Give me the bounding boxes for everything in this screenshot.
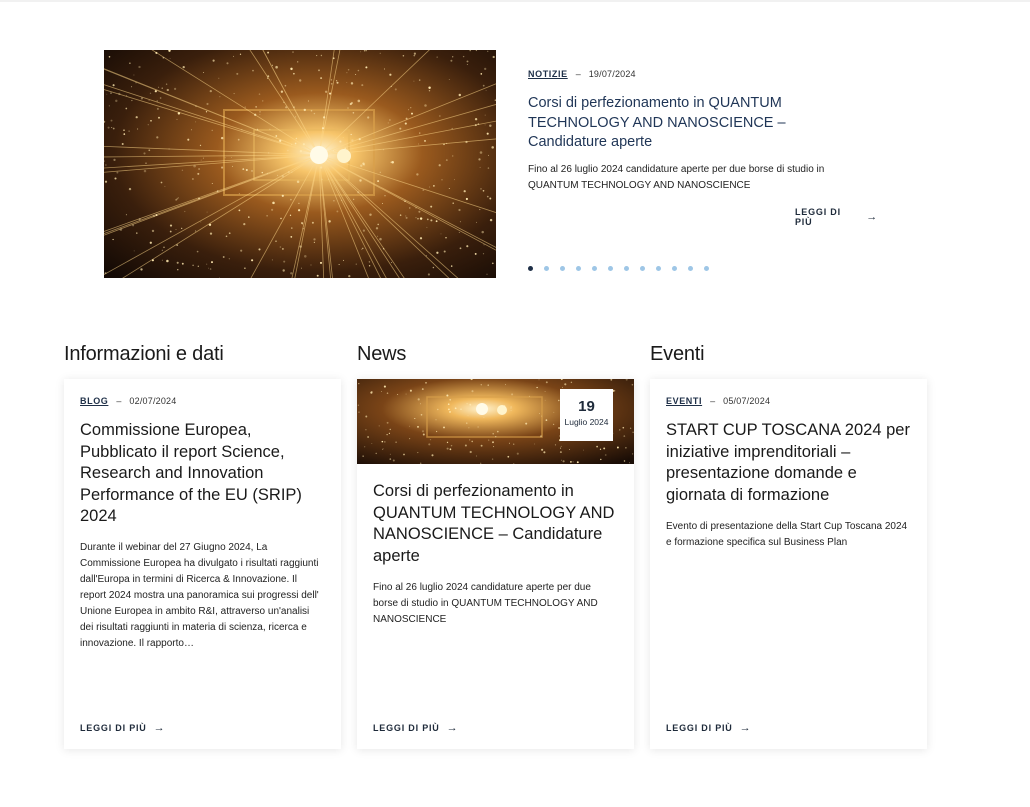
- carousel-dot-1[interactable]: [528, 266, 533, 271]
- light-tunnel-image: [104, 50, 496, 278]
- carousel-dot-6[interactable]: [608, 266, 613, 271]
- read-more-label: LEGGI DI PIÙ: [373, 723, 440, 733]
- news-month-year: Luglio 2024: [564, 417, 609, 427]
- info-card-description: Durante il webinar del 27 Giugno 2024, L…: [80, 542, 319, 649]
- hero-category-link[interactable]: NOTIZIE: [528, 69, 568, 79]
- carousel-dots: [528, 266, 720, 271]
- news-day: 19: [578, 398, 595, 415]
- info-category-link[interactable]: BLOG: [80, 396, 108, 406]
- events-read-more-link[interactable]: LEGGI DI PIÙ →: [666, 722, 751, 734]
- meta-dash: –: [116, 396, 122, 406]
- meta-dash: –: [710, 396, 716, 406]
- carousel-dot-5[interactable]: [592, 266, 597, 271]
- hero-date: 19/07/2024: [588, 69, 636, 79]
- hero-image[interactable]: [104, 50, 496, 278]
- events-date: 05/07/2024: [723, 396, 771, 406]
- carousel-dot-2[interactable]: [544, 266, 549, 271]
- events-card-meta: EVENTI – 05/07/2024: [666, 396, 911, 406]
- carousel-dot-12[interactable]: [704, 266, 709, 271]
- arrow-right-icon: →: [739, 722, 752, 734]
- info-card-title[interactable]: Commissione Europea, Pubblicato il repor…: [80, 420, 325, 528]
- hero-read-more-link[interactable]: LEGGI DI PIÙ →: [795, 207, 878, 227]
- carousel-dot-4[interactable]: [576, 266, 581, 271]
- news-card-title[interactable]: Corsi di perfezionamento in QUANTUM TECH…: [373, 481, 618, 567]
- news-card-image[interactable]: 19 Luglio 2024: [357, 379, 634, 464]
- news-card[interactable]: 19 Luglio 2024 Corsi di perfezionamento …: [357, 379, 634, 749]
- events-card[interactable]: EVENTI – 05/07/2024 START CUP TOSCANA 20…: [650, 379, 927, 749]
- events-card-description: Evento di presentazione della Start Cup …: [666, 521, 908, 548]
- info-date: 02/07/2024: [129, 396, 177, 406]
- meta-dash: –: [575, 69, 581, 79]
- events-card-title[interactable]: START CUP TOSCANA 2024 per iniziative im…: [666, 420, 911, 506]
- info-card-meta: BLOG – 02/07/2024: [80, 396, 325, 406]
- carousel-dot-10[interactable]: [672, 266, 677, 271]
- read-more-label: LEGGI DI PIÙ: [80, 723, 147, 733]
- section-title-events: Eventi: [650, 343, 705, 365]
- carousel-dot-8[interactable]: [640, 266, 645, 271]
- top-divider: [0, 0, 1030, 2]
- read-more-label: LEGGI DI PIÙ: [666, 723, 733, 733]
- hero-description: Fino al 26 luglio 2024 candidature apert…: [528, 164, 825, 191]
- events-category-link[interactable]: EVENTI: [666, 396, 702, 406]
- read-more-label: LEGGI DI PIÙ: [795, 207, 841, 227]
- info-card[interactable]: BLOG – 02/07/2024 Commissione Europea, P…: [64, 379, 341, 749]
- carousel-dot-9[interactable]: [656, 266, 661, 271]
- news-read-more-link[interactable]: LEGGI DI PIÙ →: [373, 722, 458, 734]
- arrow-right-icon: →: [866, 211, 878, 223]
- carousel-dot-7[interactable]: [624, 266, 629, 271]
- arrow-right-icon: →: [446, 722, 459, 734]
- section-title-news: News: [357, 343, 407, 365]
- news-date-badge: 19 Luglio 2024: [560, 389, 613, 441]
- hero-meta: NOTIZIE – 19/07/2024: [528, 69, 636, 79]
- carousel-dot-11[interactable]: [688, 266, 693, 271]
- section-title-info: Informazioni e dati: [64, 343, 224, 365]
- arrow-right-icon: →: [153, 722, 166, 734]
- carousel-dot-3[interactable]: [560, 266, 565, 271]
- news-card-description: Fino al 26 luglio 2024 candidature apert…: [373, 582, 598, 625]
- info-read-more-link[interactable]: LEGGI DI PIÙ →: [80, 722, 165, 734]
- hero-carousel: NOTIZIE – 19/07/2024 Corsi di perfeziona…: [104, 50, 904, 280]
- hero-title[interactable]: Corsi di perfezionamento in QUANTUM TECH…: [528, 94, 838, 153]
